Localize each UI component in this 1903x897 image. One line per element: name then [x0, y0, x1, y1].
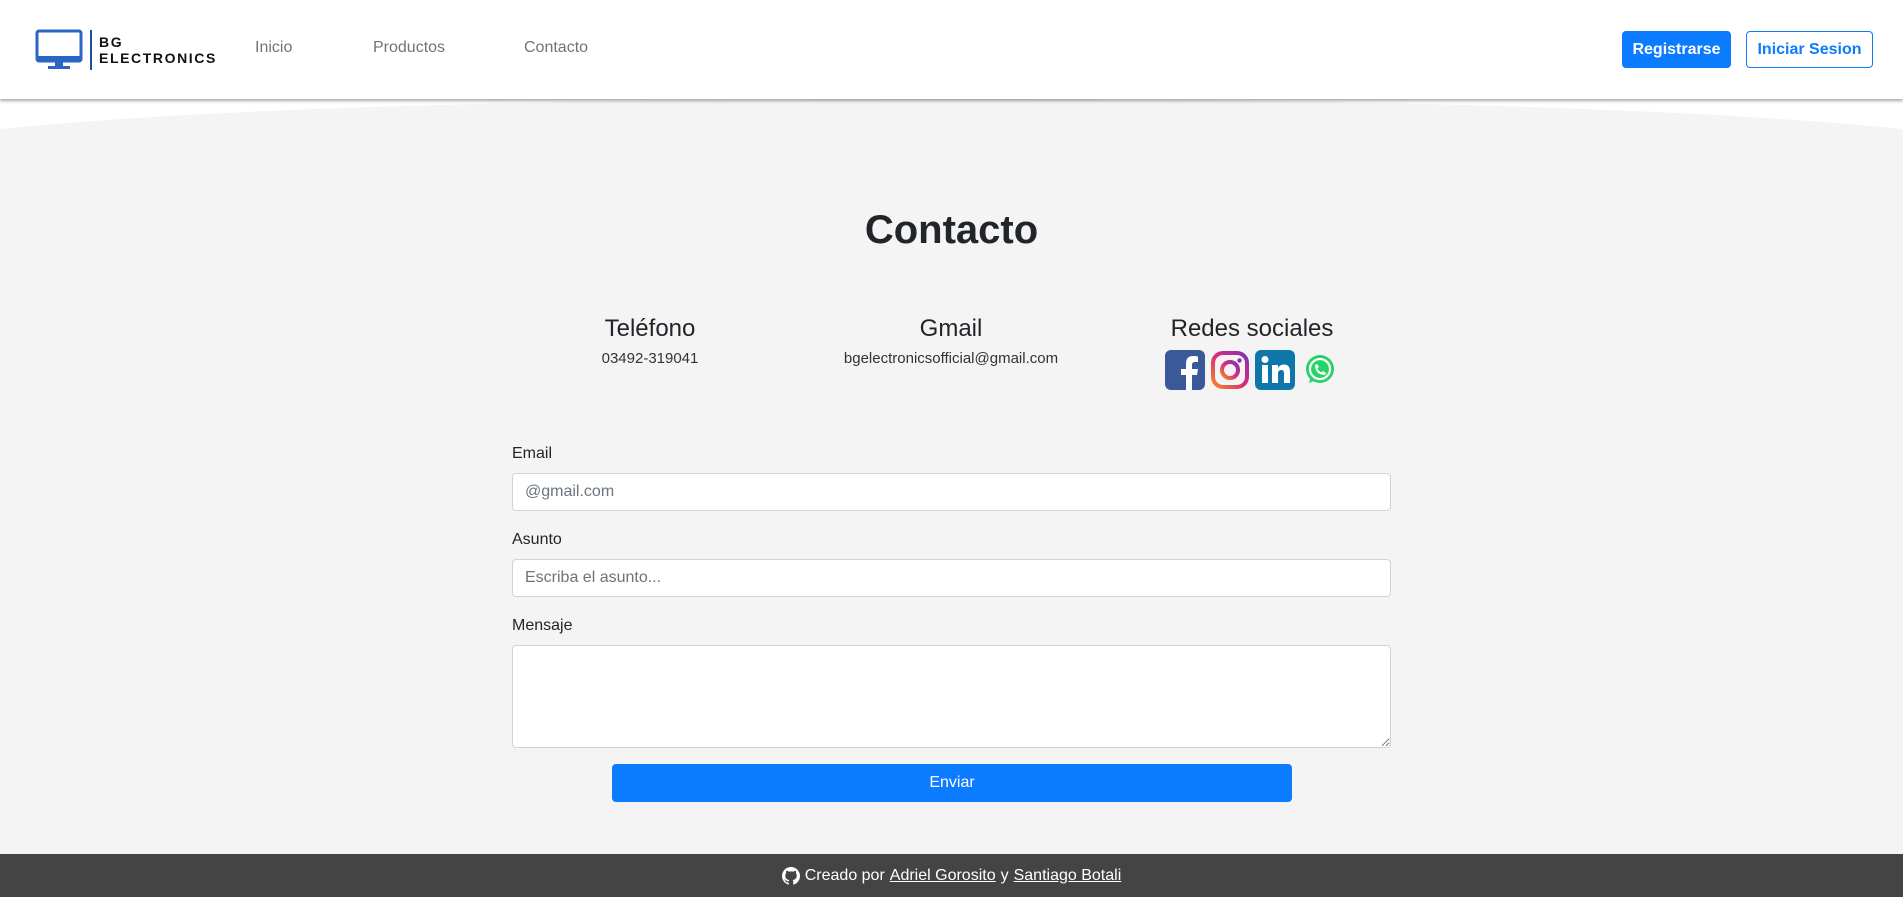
gmail-value: bgelectronicsofficial@gmail.com	[843, 350, 1059, 367]
monitor-icon	[35, 29, 83, 69]
login-button[interactable]: Iniciar Sesion	[1746, 31, 1873, 68]
social-links	[1102, 350, 1402, 390]
author-link-santiago[interactable]: Santiago Botali	[1014, 867, 1122, 885]
linkedin-icon[interactable]	[1254, 350, 1295, 390]
gmail-heading: Gmail	[919, 315, 983, 342]
footer-prefix: Creado por	[804, 866, 885, 884]
message-label: Mensaje	[512, 617, 573, 634]
phone-heading: Teléfono	[604, 315, 696, 342]
subject-field[interactable]	[512, 559, 1391, 597]
whatsapp-icon[interactable]	[1300, 350, 1340, 390]
subject-label: Asunto	[512, 531, 562, 548]
header-curve	[0, 99, 1903, 129]
social-heading: Redes sociales	[1170, 315, 1334, 342]
author-link-adriel[interactable]: Adriel Gorosito	[890, 867, 996, 885]
phone-value: 03492-319041	[601, 350, 699, 367]
phone-info: Teléfono 03492-319041	[500, 314, 800, 367]
brand-line2: ELECTRONICS	[99, 50, 217, 66]
social-info: Redes sociales	[1102, 314, 1402, 390]
footer-joiner: y	[1000, 866, 1009, 884]
footer: Creado por Adriel Gorosito y Santiago Bo…	[0, 854, 1903, 897]
send-button[interactable]: Enviar	[612, 764, 1292, 802]
facebook-icon[interactable]	[1164, 350, 1205, 390]
page-title: Contacto	[864, 208, 1039, 252]
github-icon	[781, 866, 800, 885]
brand-logo[interactable]: BG ELECTRONICS	[35, 29, 217, 71]
gmail-info: Gmail bgelectronicsofficial@gmail.com	[801, 314, 1101, 367]
message-field[interactable]	[512, 645, 1391, 748]
nav-productos[interactable]: Productos	[373, 39, 445, 57]
brand-divider	[90, 30, 92, 70]
navbar: BG ELECTRONICS Inicio Productos Contacto…	[0, 0, 1903, 99]
instagram-icon[interactable]	[1210, 350, 1250, 390]
brand-name: BG ELECTRONICS	[99, 34, 217, 66]
nav-inicio[interactable]: Inicio	[255, 39, 292, 57]
nav-contacto[interactable]: Contacto	[524, 39, 588, 57]
register-button[interactable]: Registrarse	[1622, 31, 1731, 68]
brand-line1: BG	[99, 34, 124, 50]
email-label: Email	[512, 445, 553, 462]
email-field[interactable]	[512, 473, 1391, 511]
